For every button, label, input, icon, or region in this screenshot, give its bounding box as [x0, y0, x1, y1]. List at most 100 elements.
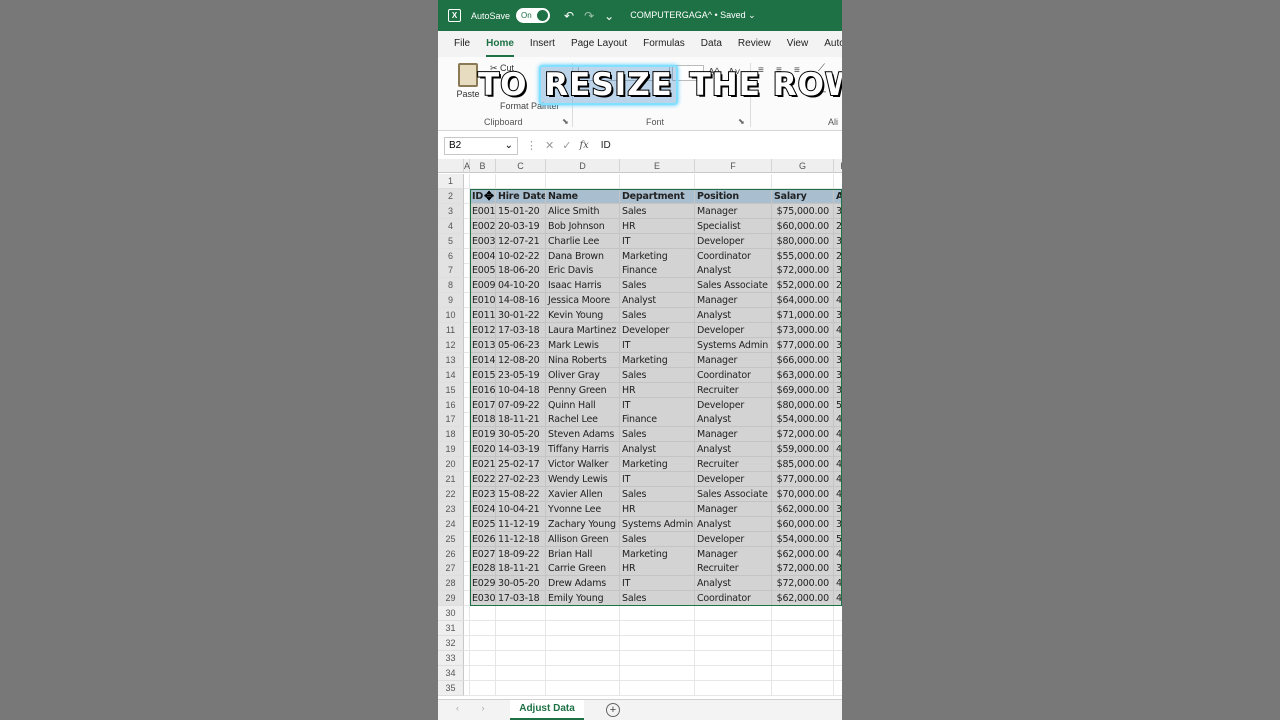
row-header-19[interactable]: 19 [438, 442, 464, 458]
table-cell[interactable] [470, 174, 496, 189]
table-cell[interactable] [834, 621, 842, 636]
row-header-31[interactable]: 31 [438, 621, 464, 636]
table-cell[interactable]: 27-02-23 [496, 472, 546, 487]
table-cell[interactable] [620, 174, 695, 189]
table-cell[interactable]: $55,000.00 [772, 248, 834, 264]
table-cell[interactable]: 10-04-21 [496, 501, 546, 517]
table-cell[interactable]: Analyst [695, 576, 772, 592]
table-cell[interactable]: E004 [470, 248, 496, 264]
table-cell[interactable]: IT [620, 233, 695, 249]
table-cell[interactable] [546, 665, 620, 681]
table-cell[interactable] [470, 680, 496, 696]
table-cell[interactable] [695, 665, 772, 681]
table-cell[interactable]: Specialist [695, 218, 772, 234]
table-cell[interactable]: HR [620, 501, 695, 517]
table-cell[interactable]: E021 [470, 457, 496, 473]
table-cell[interactable]: 44 [834, 591, 842, 607]
sheet-tab-adjust-data[interactable]: Adjust Data [510, 700, 584, 720]
table-cell[interactable]: 47 [834, 412, 842, 428]
table-cell[interactable]: Systems Admin [620, 516, 695, 532]
table-cell[interactable]: 36 [834, 367, 842, 383]
table-cell[interactable]: E028 [470, 561, 496, 577]
table-cell[interactable]: Finance [620, 412, 695, 428]
table-cell[interactable]: 17-03-18 [496, 323, 546, 338]
table-cell[interactable]: Coordinator [695, 248, 772, 264]
table-cell[interactable]: Quinn Hall [546, 397, 620, 413]
table-cell[interactable]: E017 [470, 397, 496, 413]
table-cell[interactable]: Developer [695, 323, 772, 338]
table-cell[interactable]: 05-06-23 [496, 337, 546, 353]
table-cell[interactable]: Sales Associate [695, 278, 772, 294]
table-cell[interactable]: $60,000.00 [772, 516, 834, 532]
table-cell[interactable]: 14-08-16 [496, 293, 546, 309]
table-cell[interactable]: Nina Roberts [546, 352, 620, 368]
table-cell[interactable]: 20-03-19 [496, 218, 546, 234]
table-cell[interactable]: 46 [834, 442, 842, 458]
table-cell[interactable]: Manager [695, 546, 772, 562]
row-header-14[interactable]: 14 [438, 367, 464, 383]
table-cell[interactable] [620, 606, 695, 622]
table-cell[interactable]: Marketing [620, 546, 695, 562]
table-cell[interactable] [772, 680, 834, 696]
table-cell[interactable]: $52,000.00 [772, 278, 834, 294]
table-cell[interactable]: E024 [470, 501, 496, 517]
row-header-17[interactable]: 17 [438, 412, 464, 428]
table-cell[interactable]: 25 [834, 248, 842, 264]
table-cell[interactable]: Marketing [620, 457, 695, 473]
table-cell[interactable]: E015 [470, 367, 496, 383]
table-cell[interactable]: $85,000.00 [772, 457, 834, 473]
table-cell[interactable]: E027 [470, 546, 496, 562]
table-cell[interactable]: 41 [834, 427, 842, 443]
table-cell[interactable]: Penny Green [546, 382, 620, 398]
tab-automate[interactable]: Automa [824, 31, 842, 57]
table-cell[interactable]: Analyst [695, 308, 772, 324]
table-cell[interactable]: Sales [620, 427, 695, 443]
table-cell[interactable]: Allison Green [546, 531, 620, 547]
table-cell[interactable]: Tiffany Harris [546, 442, 620, 458]
row-header-25[interactable]: 25 [438, 531, 464, 547]
table-cell[interactable] [620, 650, 695, 666]
table-cell[interactable] [695, 174, 772, 189]
table-cell[interactable] [496, 665, 546, 681]
row-header-15[interactable]: 15 [438, 382, 464, 398]
row-header-10[interactable]: 10 [438, 308, 464, 324]
sheet-nav-arrows[interactable]: ‹ › [456, 703, 495, 713]
table-cell[interactable]: 07-09-22 [496, 397, 546, 413]
table-cell[interactable]: Developer [695, 397, 772, 413]
table-cell[interactable] [695, 621, 772, 636]
table-cell[interactable] [470, 621, 496, 636]
column-header-d[interactable]: D [546, 159, 620, 173]
table-cell[interactable] [772, 606, 834, 622]
table-cell[interactable] [772, 665, 834, 681]
table-cell[interactable]: 31 [834, 501, 842, 517]
table-cell[interactable]: Eric Davis [546, 263, 620, 279]
row-header-33[interactable]: 33 [438, 650, 464, 666]
add-sheet-icon[interactable]: + [606, 703, 620, 717]
table-cell[interactable]: E010 [470, 293, 496, 309]
table-cell[interactable]: Rachel Lee [546, 412, 620, 428]
header-cell[interactable]: Hire Date [496, 188, 546, 204]
tab-formulas[interactable]: Formulas [643, 31, 685, 57]
table-cell[interactable]: Systems Admin [695, 337, 772, 353]
table-cell[interactable]: Manager [695, 203, 772, 219]
table-cell[interactable]: E030 [470, 591, 496, 607]
column-header-h[interactable]: H [834, 159, 842, 173]
row-header-34[interactable]: 34 [438, 665, 464, 681]
table-cell[interactable]: Victor Walker [546, 457, 620, 473]
table-cell[interactable] [695, 650, 772, 666]
table-cell[interactable]: $72,000.00 [772, 576, 834, 592]
table-cell[interactable]: 52 [834, 397, 842, 413]
table-cell[interactable]: 15-08-22 [496, 486, 546, 502]
select-all-corner[interactable] [438, 159, 464, 173]
insert-function-icon[interactable]: fx [579, 140, 588, 151]
table-cell[interactable] [834, 606, 842, 622]
table-cell[interactable]: E013 [470, 337, 496, 353]
table-cell[interactable]: Sales [620, 591, 695, 607]
table-cell[interactable]: Sales [620, 308, 695, 324]
table-cell[interactable]: E020 [470, 442, 496, 458]
row-header-13[interactable]: 13 [438, 352, 464, 368]
table-cell[interactable]: $77,000.00 [772, 337, 834, 353]
table-cell[interactable]: E001 [470, 203, 496, 219]
table-cell[interactable]: Drew Adams [546, 576, 620, 592]
table-cell[interactable]: 18-11-21 [496, 412, 546, 428]
